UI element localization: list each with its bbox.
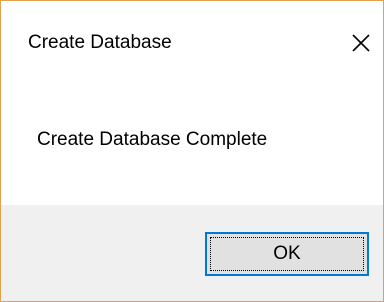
close-icon (352, 34, 370, 52)
window-title: Create Database (28, 32, 172, 53)
close-button[interactable] (343, 25, 379, 61)
ok-button[interactable]: OK (205, 232, 369, 276)
ok-button-label: OK (273, 243, 301, 264)
dialog-footer: OK (1, 205, 383, 301)
create-database-dialog: Create Database Create Database Complete… (0, 0, 384, 302)
dialog-content: Create Database Complete (1, 87, 383, 205)
title-bar: Create Database (1, 1, 383, 87)
dialog-message: Create Database Complete (37, 129, 268, 150)
